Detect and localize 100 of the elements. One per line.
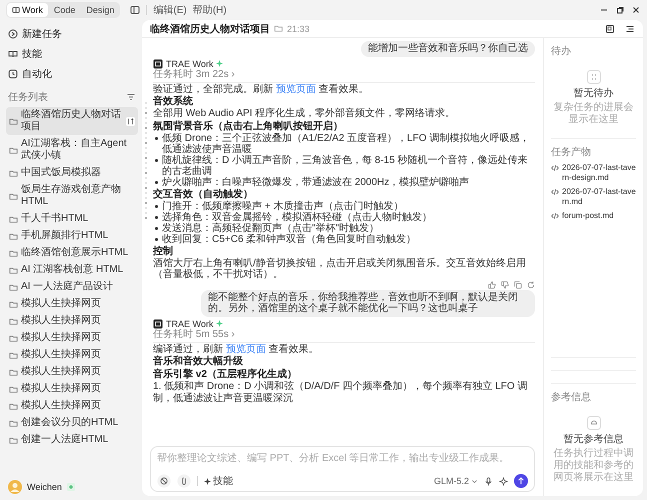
folder-icon [9,168,18,178]
bullet-text: 发送消息：高频轻促翻页声（点击"举杯"时触发） [162,222,380,234]
menu-item[interactable]: 帮助(H) [192,3,227,17]
conversation-title: 临终酒馆历史人物对话项目 [150,22,270,36]
task-item[interactable]: 模拟人生抉择网页 [6,330,138,346]
sparkle-icon [216,60,224,67]
filter-icon[interactable] [126,92,136,102]
task-item[interactable]: 临终酒馆创意展示HTML [6,245,138,261]
task-item[interactable]: 中国式饭局模拟器 [6,165,138,181]
agent-logo-icon [153,318,163,328]
todo-empty-icon [586,70,600,84]
user-name: Weichen [27,482,62,492]
model-dropdown[interactable]: GLM-5.2 [434,476,478,486]
play-circle-icon [8,29,18,39]
task-item[interactable]: 模拟人生抉择网页 [6,347,138,363]
folder-icon [274,24,283,33]
thumbs-down-icon[interactable] [501,280,509,288]
task-duration[interactable]: 任务耗时 3m 22s › [153,68,235,80]
empty-title: 暂无待办 [574,86,614,100]
bullet-text: 随机旋律线：D 小调五声音阶，三角波音色，每 8-15 秒随机一个音符，像远处传来的古老曲调 [162,154,529,176]
book-icon [8,49,18,59]
preview-link[interactable]: 预览页面 [276,84,316,94]
message-input[interactable]: 帮你整理论文综述、编写 PPT、分析 Excel 等日常工作，输出专业级工作成果。 技能 GLM-5.2 [150,446,535,492]
section-heading: 交互音效（自动触发） [153,188,254,200]
section-heading: 音乐和音效大幅升级 [153,356,244,368]
paragraph: 酒馆大厅右上角有喇叭/静音切换按钮，点击开启或关闭氛围音乐。交互音效始终启用（音量极低，不干扰对话）。 [153,258,527,280]
nav-item[interactable]: 技能 [6,44,138,64]
mode-tab[interactable]: Work [7,3,48,17]
code-icon [551,188,559,196]
nav-item[interactable]: 自动化 [6,64,138,84]
empty-hint: 任务执行过程中调用的技能和参考的网页将展示在这里 [552,448,634,484]
result-text: 编译通过，刷新 预览页面 查看效果。 [153,344,320,355]
empty-title: 暂无参考信息 [564,432,624,446]
attachment-icon[interactable] [177,474,191,488]
section-heading: 控制 [153,246,174,258]
agent-name: TRAE Work [166,58,214,68]
nav-item[interactable]: 新建任务 [6,24,138,44]
sparkle-icon [216,320,224,327]
task-item[interactable]: AI 一人法庭产品设计 [6,279,138,295]
user-message: 能不能整个好点的音乐，你给我推荐些，音效也听不到啊，默认是关闭的。另外，酒馆里的这个桌子就不能优化一下吗？这也叫桌子 [201,290,535,316]
microphone-icon[interactable] [484,476,493,486]
skills-button[interactable]: 技能 [204,474,233,488]
send-button[interactable] [514,474,528,488]
panel-section-title: 参考信息 [551,390,592,404]
task-item[interactable]: 模拟人生抉择网页 [6,398,138,414]
chevron-down-icon [471,478,478,484]
task-item[interactable]: 创建一人法庭HTML [6,432,138,448]
task-item[interactable]: 模拟人生抉择网页 [6,296,138,312]
task-item[interactable]: AI江湖客栈：自主Agent武侠小镇 [6,136,138,164]
code-icon [551,212,559,220]
reference-empty-icon [586,416,600,430]
task-item[interactable]: 千人千书HTML [6,211,138,227]
bullet-text: 选择角色：双音金属摇铃，模拟酒杯轻碰（点击人物时触发） [162,212,432,222]
menu-item[interactable]: 编辑(E) [153,3,187,17]
thumbs-up-icon[interactable] [488,280,496,288]
task-item[interactable]: 模拟人生抉择网页 [6,364,138,380]
empty-hint: 复杂任务的进展会显示在这里 [552,102,634,126]
agent-name: TRAE Work [166,318,214,328]
list-icon[interactable] [625,24,635,34]
work-icon [12,6,20,14]
copy-icon[interactable] [514,280,522,288]
task-item[interactable]: 手机屏颜排行HTML [6,228,138,244]
output-file[interactable]: forum-post.md [551,211,636,221]
task-duration[interactable]: 任务耗时 5m 55s › [153,328,235,340]
folder-icon [9,146,18,154]
paragraph: 全部用 Web Audio API 程序化生成，零外部音频文件，零网络请求。 [153,108,456,120]
mode-tab[interactable]: Code [48,3,80,17]
panel-section-title: 待办 [551,44,572,58]
result-text: 验证通过，全部完成。刷新 预览页面 查看效果。 [153,84,370,95]
sparkle-icon[interactable] [499,476,508,486]
task-item[interactable]: 临终酒馆历史人物对话项目 [6,107,138,135]
task-item[interactable]: 模拟人生抉择网页 [6,381,138,397]
section-heading: 氛围背景音乐（点击右上角喇叭按钮开启） [153,120,344,132]
folder-icon [9,192,18,200]
restore-icon[interactable] [615,5,625,15]
task-item[interactable]: AI 江湖客栈创意 HTML [6,262,138,278]
task-item[interactable]: 创建会议分贝的HTML [6,415,138,431]
plus-badge-icon [66,483,75,491]
folder-icon [9,116,18,126]
task-item[interactable]: 模拟人生抉择网页 [6,313,138,329]
refresh-icon[interactable] [527,280,535,288]
bullet-text: 低频 Drone：三个正弦波叠加（A1/E2/A2 五度音程），LFO 调制模拟地火呼吸感，低通滤波使声音温暖 [162,132,530,154]
section-heading: 音效系统 [153,96,194,108]
sidebar-toggle-icon[interactable] [130,5,140,15]
section-heading: 音乐引擎 v2（五层程序化生成） [153,369,298,380]
code-icon [551,164,559,172]
user-message: 能增加一些音效和音乐吗？你自己选 [361,41,535,56]
close-icon[interactable] [631,5,641,15]
bullet-text: 炉火噼啪声：白噪声轻微爆发，带通滤波在 2000Hz，模拟壁炉噼啪声 [162,176,470,188]
conversation-time: 21:33 [287,24,310,34]
input-placeholder: 帮你整理论文综述、编写 PPT、分析 Excel 等日常工作，输出专业级工作成果。 [157,452,510,465]
file-name: forum-post.md [562,211,614,221]
clock-icon [8,69,18,79]
sort-icon[interactable] [126,116,135,126]
bullet-text: 收到回复：C5+C6 柔和钟声双音（角色回复时自动触发） [162,234,416,244]
sparkle-icon [204,478,211,484]
mode-tab[interactable]: Design [81,3,120,17]
task-item[interactable]: 饭局生存游戏创意产物HTML [6,182,138,210]
panel-icon[interactable] [605,24,615,34]
preview-link[interactable]: 预览页面 [226,344,266,354]
